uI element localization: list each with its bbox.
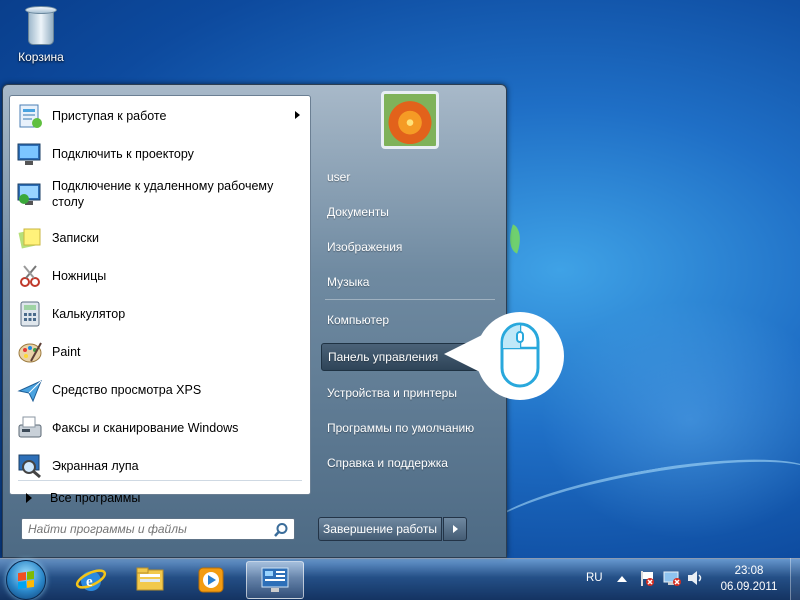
language-indicator[interactable]: RU [586, 572, 603, 584]
getting-started-icon [14, 100, 46, 132]
control-panel-icon [261, 567, 289, 592]
taskbar-media-player[interactable] [182, 561, 240, 599]
all-programs-button[interactable]: Все программы [16, 488, 306, 508]
shutdown-button[interactable]: Завершение работы [318, 517, 442, 541]
right-item-music[interactable]: Музыка [321, 268, 499, 296]
submenu-arrow-icon [295, 111, 300, 119]
search-icon[interactable] [273, 522, 289, 538]
action-center-flag-icon[interactable] [638, 569, 656, 587]
calculator-icon [14, 298, 46, 330]
expand-arrow-icon [26, 493, 32, 503]
right-item-label: Справка и поддержка [327, 456, 448, 470]
right-item-label: Изображения [327, 240, 403, 254]
scissors-icon [14, 260, 46, 292]
right-item-label: Устройства и принтеры [327, 386, 457, 400]
right-item-documents[interactable]: Документы [321, 198, 499, 226]
program-label: Подключить к проектору [52, 147, 194, 161]
paint-palette-icon [14, 336, 46, 368]
start-menu: Приступая к работе Подключить к проектор… [2, 84, 507, 558]
program-magnifier[interactable]: Экранная лупа [10, 448, 310, 484]
program-label: Приступая к работе [52, 109, 167, 123]
right-item-devices-printers[interactable]: Устройства и принтеры [321, 379, 499, 407]
right-item-label: Панель управления [328, 350, 439, 364]
right-pane-separator [325, 299, 495, 300]
mouse-left-click-icon [500, 322, 540, 388]
shutdown-label: Завершение работы [323, 522, 437, 536]
right-item-label: Музыка [327, 275, 370, 289]
clock[interactable]: 23:08 06.09.2011 [712, 563, 786, 595]
windows-logo-icon [18, 570, 34, 590]
start-menu-programs-pane: Приступая к работе Подключить к проектор… [9, 95, 311, 505]
search-input[interactable] [21, 518, 295, 540]
taskbar-control-panel[interactable] [246, 561, 304, 599]
program-fax-scan[interactable]: Факсы и сканирование Windows [10, 410, 310, 446]
show-desktop-button[interactable] [790, 558, 800, 600]
right-item-label: Программы по умолчанию [327, 421, 475, 435]
program-snipping-tool[interactable]: Ножницы [10, 258, 310, 294]
right-item-help-support[interactable]: Справка и поддержка [321, 449, 499, 477]
program-label: Записки [52, 231, 99, 245]
program-xps-viewer[interactable]: Средство просмотра XPS [10, 372, 310, 408]
programs-separator [18, 480, 302, 481]
program-label: Калькулятор [52, 307, 126, 321]
all-programs-label: Все программы [50, 491, 141, 505]
volume-icon[interactable] [686, 570, 704, 586]
recycle-bin-label: Корзина [18, 50, 64, 64]
fax-scan-icon [14, 412, 46, 444]
right-item-user[interactable]: user [321, 163, 499, 191]
remote-desktop-icon [14, 178, 46, 210]
right-item-default-programs[interactable]: Программы по умолчанию [321, 414, 499, 442]
program-label: Paint [52, 345, 81, 359]
chevron-right-icon [452, 525, 458, 533]
sticky-notes-icon [14, 222, 46, 254]
program-label: Ножницы [52, 269, 107, 283]
explorer-folder-icon [136, 567, 164, 591]
wallpaper-leaf [503, 224, 527, 254]
internet-explorer-icon: e [75, 569, 107, 591]
program-label: Средство просмотра XPS [52, 383, 202, 397]
program-calculator[interactable]: Калькулятор [10, 296, 310, 332]
clock-date: 06.09.2011 [720, 581, 778, 593]
right-item-computer[interactable]: Компьютер [321, 306, 499, 334]
magnifier-icon [14, 450, 46, 482]
right-item-label: Компьютер [327, 313, 390, 327]
taskbar-explorer[interactable] [122, 561, 180, 599]
right-item-label: user [327, 170, 351, 184]
program-projector[interactable]: Подключить к проектору [10, 136, 310, 172]
program-remote-desktop[interactable]: Подключение к удаленному рабочему столу [10, 174, 310, 218]
program-paint[interactable]: Paint [10, 334, 310, 370]
program-getting-started[interactable]: Приступая к работе [10, 98, 310, 134]
right-item-pictures[interactable]: Изображения [321, 233, 499, 261]
taskbar-internet-explorer[interactable]: e [62, 561, 120, 599]
shutdown-options-button[interactable] [443, 517, 467, 541]
show-hidden-icons-icon[interactable] [616, 574, 628, 584]
svg-text:e: e [86, 574, 93, 590]
network-icon[interactable] [662, 569, 682, 587]
media-player-icon [198, 567, 224, 593]
clock-time: 23:08 [734, 565, 764, 577]
recycle-bin-icon [24, 6, 58, 46]
program-sticky-notes[interactable]: Записки [10, 220, 310, 256]
projector-icon [14, 138, 46, 170]
xps-viewer-icon [14, 374, 46, 406]
right-item-label: Документы [327, 205, 389, 219]
user-picture-avatar[interactable] [381, 91, 439, 149]
program-label: Подключение к удаленному рабочему столу [52, 179, 274, 209]
recycle-bin[interactable]: Корзина [10, 4, 72, 64]
program-label: Экранная лупа [52, 459, 139, 473]
program-label: Факсы и сканирование Windows [52, 421, 239, 435]
